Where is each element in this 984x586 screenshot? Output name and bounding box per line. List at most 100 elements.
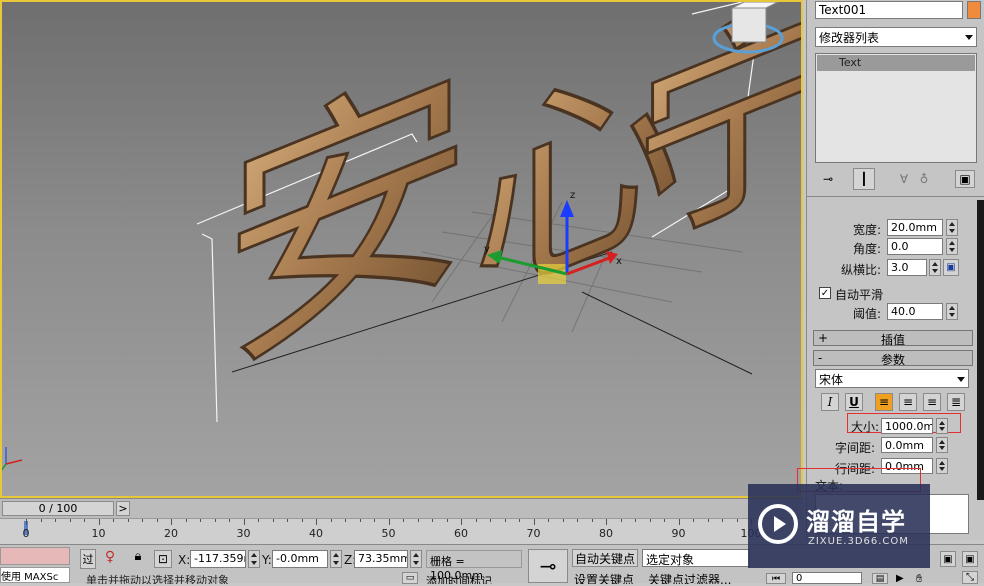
isolate-icon[interactable]: ♀	[100, 549, 120, 569]
size-label: 大小:	[851, 420, 880, 434]
selection-lock-icon[interactable]: 过	[80, 549, 96, 569]
track-minor-tick	[432, 519, 433, 522]
track-minor-tick	[475, 519, 477, 522]
align-center-icon[interactable]: ≡	[899, 393, 917, 411]
maximize-viewport-icon[interactable]: ⤡	[962, 571, 978, 584]
auto-key-button[interactable]: 自动关键点	[572, 549, 638, 567]
z-spinner[interactable]	[410, 550, 422, 568]
x-coordinate-input[interactable]: -117.359m	[190, 550, 246, 568]
track-minor-tick	[359, 519, 361, 522]
size-input[interactable]: 1000.0mm	[881, 418, 933, 434]
lock-selection-icon[interactable]: 🔒︎	[128, 549, 148, 569]
svg-text:x: x	[616, 256, 622, 267]
track-minor-tick	[272, 519, 274, 522]
track-minor-tick	[707, 519, 709, 522]
x-label: X:	[178, 553, 191, 567]
aspect-spinner[interactable]	[929, 259, 941, 276]
align-left-icon[interactable]: ≡	[875, 393, 893, 411]
object-name-field[interactable]: Text001	[815, 1, 963, 19]
watermark-title: 溜溜自学	[806, 508, 906, 536]
go-to-start-icon[interactable]: ⏮	[766, 573, 786, 584]
track-minor-tick	[504, 519, 506, 522]
modifier-stack: Text	[815, 53, 977, 163]
time-slider-thumb[interactable]: 0 / 100	[2, 501, 114, 516]
next-frame-button[interactable]: >	[116, 501, 130, 516]
zoom-icon[interactable]: ▶	[896, 573, 914, 584]
time-tag-icon[interactable]: ▭	[402, 572, 418, 584]
modifier-list-dropdown[interactable]: 修改器列表	[815, 27, 977, 47]
perspective-viewport[interactable]: 安 心 宁 z y x	[0, 0, 803, 498]
time-config-icon[interactable]: ▤	[872, 573, 888, 584]
rollout-interpolation-label: 插值	[880, 333, 905, 347]
underline-button[interactable]: U	[845, 393, 863, 411]
key-filters-button[interactable]: 关键点过滤器...	[648, 571, 750, 584]
set-key-button[interactable]: 设置关键点	[574, 571, 640, 584]
y-coordinate-input[interactable]: -0.0mm	[272, 550, 328, 568]
track-minor-tick	[229, 519, 230, 522]
panel-scrollbar[interactable]	[977, 200, 984, 500]
object-color-swatch[interactable]	[967, 1, 981, 19]
rollout-parameters[interactable]: - 参数	[813, 350, 973, 367]
axis-tripod-icon	[2, 447, 23, 471]
svg-text:y: y	[484, 244, 490, 255]
maxscript-listener-mini[interactable]	[0, 547, 70, 565]
track-minor-tick	[345, 519, 346, 522]
angle-input[interactable]: 0.0	[887, 238, 943, 255]
show-end-result-icon[interactable]: ┃	[853, 168, 875, 190]
track-tick-label: 50	[381, 527, 396, 540]
remove-modifier-icon[interactable]: ♁	[915, 170, 933, 188]
font-dropdown[interactable]: 宋体	[815, 369, 969, 388]
absolute-mode-icon[interactable]: ⊡	[154, 550, 172, 568]
track-minor-tick	[548, 519, 549, 522]
pin-stack-icon[interactable]: ⊸	[817, 170, 839, 188]
viewport-scene: 安 心 宁 z y x	[2, 2, 801, 471]
zoom-extents-all-icon[interactable]: ▣	[962, 551, 978, 567]
width-spinner[interactable]	[946, 219, 958, 236]
grid-axis-line	[581, 291, 753, 375]
track-minor-tick	[185, 519, 187, 522]
track-tick	[98, 519, 100, 525]
kerning-input[interactable]: 0.0mm	[881, 437, 933, 453]
current-frame-input[interactable]: 0	[792, 572, 862, 584]
track-tick-label: 70	[526, 527, 541, 540]
width-input[interactable]: 20.0mm	[887, 219, 943, 236]
grid-size-display: 栅格 = 100.0mm	[426, 550, 522, 582]
x-spinner[interactable]	[248, 550, 260, 568]
angle-spinner[interactable]	[946, 238, 958, 255]
pan-hand-icon[interactable]: ✋︎	[916, 572, 934, 585]
track-tick	[606, 519, 607, 525]
set-key-icon[interactable]: ⊸	[528, 549, 568, 583]
threshold-input[interactable]: 40.0	[887, 303, 943, 320]
rollout-parameters-label: 参数	[880, 353, 905, 367]
z-coordinate-input[interactable]: 73.35mm	[354, 550, 408, 568]
track-tick	[461, 519, 462, 525]
y-spinner[interactable]	[330, 550, 342, 568]
kerning-spinner[interactable]	[936, 437, 948, 453]
track-minor-tick	[664, 519, 665, 522]
leading-spinner[interactable]	[936, 458, 948, 474]
maxscript-input[interactable]: 使用 MAXSc	[0, 567, 70, 583]
aspect-input[interactable]: 3.0	[887, 259, 927, 276]
track-minor-tick	[374, 519, 375, 522]
italic-button[interactable]: I	[821, 393, 839, 411]
track-tick	[388, 519, 390, 525]
rollout-interpolation[interactable]: + 插值	[813, 330, 973, 347]
auto-smooth-checkbox[interactable]: ✓	[819, 287, 831, 299]
track-bar[interactable]: 0102030405060708090100	[0, 518, 803, 544]
justify-icon[interactable]: ≣	[947, 393, 965, 411]
size-spinner[interactable]	[936, 418, 948, 434]
add-time-tag-button[interactable]: 添加时间标记	[426, 573, 522, 584]
stack-item-text[interactable]: Text	[817, 55, 975, 71]
time-slider-bar: 0 / 100 >	[0, 498, 803, 518]
track-minor-tick	[577, 519, 578, 522]
selection-set-dropdown[interactable]: 选定对象	[642, 549, 750, 567]
svg-text:z: z	[570, 190, 575, 201]
zoom-extents-icon[interactable]: ▣	[940, 551, 956, 567]
rollout-expand-sign: +	[818, 331, 829, 345]
configure-modifier-sets-icon[interactable]: ▣	[955, 170, 975, 188]
make-unique-icon[interactable]: ∀	[895, 170, 913, 188]
threshold-spinner[interactable]	[946, 303, 958, 320]
lock-icon[interactable]: ▣	[943, 259, 959, 276]
align-right-icon[interactable]: ≡	[923, 393, 941, 411]
auto-smooth-label: 自动平滑	[835, 288, 884, 302]
